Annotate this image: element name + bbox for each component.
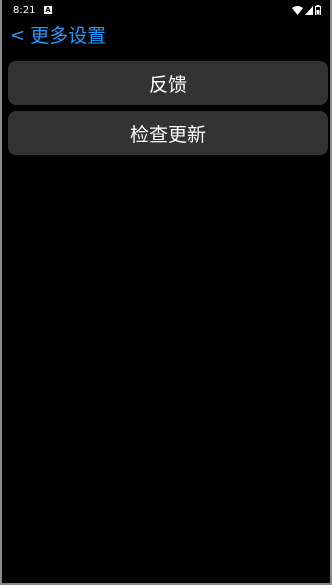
back-arrow-icon: <	[10, 25, 26, 46]
check-update-button-label: 检查更新	[129, 123, 206, 146]
page-title: 更多设置	[30, 25, 107, 47]
notification-icon: A	[44, 6, 52, 14]
feedback-button[interactable]: 反馈	[8, 61, 328, 105]
back-button[interactable]: < 更多设置	[10, 23, 106, 49]
top-bar: < 更多设置	[2, 22, 330, 50]
status-bar: 8:21 A	[2, 0, 330, 22]
wifi-icon	[292, 5, 303, 15]
status-icons	[292, 5, 321, 15]
check-update-button[interactable]: 检查更新	[8, 111, 328, 155]
app-screen: 8:21 A < 更多设置 反馈 检查更新	[0, 0, 332, 585]
battery-icon	[315, 5, 321, 15]
status-time: 8:21	[13, 5, 36, 16]
signal-icon	[305, 5, 313, 15]
feedback-button-label: 反馈	[148, 73, 187, 96]
